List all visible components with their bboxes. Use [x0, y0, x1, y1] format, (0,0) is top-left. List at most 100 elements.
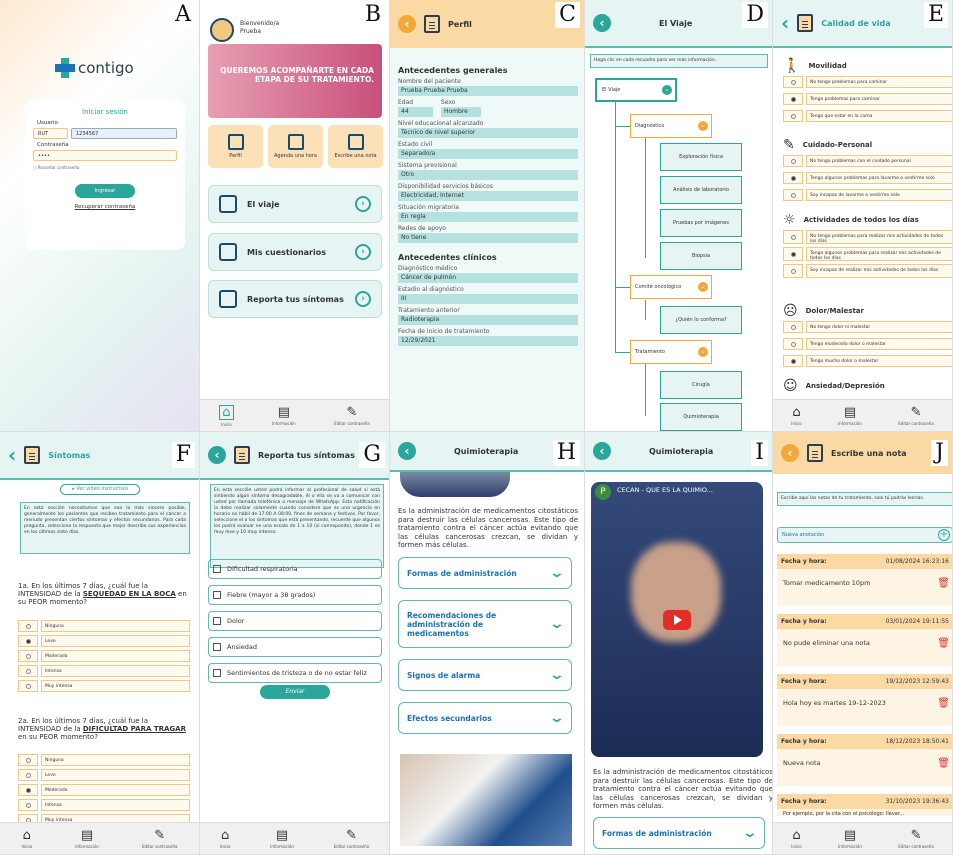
radio-button[interactable] — [783, 155, 803, 167]
radio-button[interactable] — [783, 172, 803, 184]
answer-option[interactable]: Leve — [18, 635, 190, 647]
radio-button[interactable] — [18, 620, 38, 632]
answer-option[interactable]: Leve — [18, 769, 190, 781]
radio-button[interactable] — [18, 784, 38, 796]
radio-button[interactable] — [783, 93, 803, 105]
radio-button[interactable] — [18, 650, 38, 662]
trash-icon[interactable]: 🗑 — [937, 758, 950, 769]
answer-option[interactable]: No tengo dolor ni malestar — [783, 321, 952, 333]
answer-option[interactable]: Moderada — [18, 784, 190, 796]
nav-password[interactable]: ✎ Editar contraseña — [334, 406, 370, 426]
radio-button[interactable] — [783, 189, 803, 201]
nav-home[interactable]: ⌂ Inicio — [791, 406, 802, 426]
note-card[interactable]: Fecha y hora: 31/10/2023 19:36:43 Por ejem… — [777, 794, 952, 817]
password-input[interactable]: •••• — [33, 150, 177, 161]
note-card[interactable]: Fecha y hora: 03/01/2024 19:11:55 No pude … — [777, 614, 952, 666]
radio-button[interactable] — [783, 355, 803, 367]
back-icon[interactable]: ‹ — [781, 444, 799, 462]
answer-option[interactable]: Tengo que estar en la cama — [783, 110, 952, 122]
nav-info[interactable]: ▤ Información — [75, 829, 99, 849]
radio-button[interactable] — [783, 76, 803, 88]
symptom-checkbox[interactable]: Ansiedad — [208, 637, 382, 657]
menu-symptoms[interactable]: Reporta tus síntomas › — [208, 280, 382, 318]
login-button[interactable]: Ingresar — [75, 184, 135, 198]
note-card[interactable]: Fecha y hora: 19/12/2023 12:59:43 Hola hoy… — [777, 674, 952, 726]
answer-option[interactable]: No tengo problemas para caminar — [783, 76, 952, 88]
answer-option[interactable]: No tengo problemas con el cuidado person… — [783, 155, 952, 167]
back-icon[interactable]: ‹ — [781, 11, 789, 35]
trash-icon[interactable]: 🗑 — [937, 578, 950, 589]
radio-button[interactable] — [783, 321, 803, 333]
radio-button[interactable] — [783, 230, 803, 244]
accordion-administration[interactable]: Formas de administración ⌄ — [398, 557, 572, 589]
symptom-checkbox[interactable]: Fiebre (mayor a 38 grados) — [208, 585, 382, 605]
answer-option[interactable]: Muy intensa — [18, 680, 190, 692]
answer-option[interactable]: Ninguna — [18, 754, 190, 766]
answer-option[interactable]: Ninguna — [18, 620, 190, 632]
note-card[interactable]: Fecha y hora: 18/12/2023 18:50:41 Nueva no… — [777, 734, 952, 786]
answer-option[interactable]: Intensa — [18, 665, 190, 677]
nav-home[interactable]: ⌂ Inicio — [791, 829, 802, 849]
accordion-administration[interactable]: Formas de administración ⌄ — [593, 817, 765, 849]
nav-password[interactable]: ✎ Editar contraseña — [334, 829, 370, 849]
node-biopsy[interactable]: Biopsia — [660, 242, 742, 270]
remember-checkbox[interactable]: ○ Recordar contraseña — [33, 165, 177, 170]
radio-button[interactable] — [18, 635, 38, 647]
answer-option[interactable]: Tengo algunos problemas para realizar mi… — [783, 247, 952, 261]
nav-info[interactable]: ▤ Información — [838, 406, 862, 426]
nav-home[interactable]: ⌂ Inicio — [220, 829, 231, 849]
nav-home[interactable]: ⌂ Inicio — [219, 404, 234, 427]
radio-button[interactable] — [783, 110, 803, 122]
play-icon[interactable] — [663, 610, 691, 630]
nav-password[interactable]: ✎ Editar contraseña — [898, 406, 934, 426]
answer-option[interactable]: Tengo algunos problemas para lavarme o v… — [783, 172, 952, 184]
nav-password[interactable]: ✎ Editar contraseña — [898, 829, 934, 849]
radio-button[interactable] — [18, 754, 38, 766]
answer-option[interactable]: Tengo mucho dolor o malestar — [783, 355, 952, 367]
back-icon[interactable]: ‹ — [398, 15, 416, 33]
video-button[interactable]: ▸ Ver video instructivo — [60, 484, 140, 495]
radio-button[interactable] — [18, 769, 38, 781]
radio-button[interactable] — [783, 247, 803, 261]
node-imaging[interactable]: Pruebas por imágenes — [660, 209, 742, 237]
nav-home[interactable]: ⌂ Inicio — [22, 829, 33, 849]
radio-button[interactable] — [783, 264, 803, 278]
nav-password[interactable]: ✎ Editar contraseña — [142, 829, 178, 849]
new-note-button[interactable]: Nueva anotación + — [777, 527, 952, 543]
node-treatment[interactable]: Tratamiento ⌄ — [630, 340, 712, 364]
tile-profile[interactable]: Perfil — [208, 125, 263, 168]
menu-questionnaires[interactable]: Mis cuestionarios › — [208, 233, 382, 271]
answer-option[interactable]: Moderada — [18, 650, 190, 662]
radio-button[interactable] — [18, 799, 38, 811]
back-icon[interactable]: ‹ — [8, 443, 16, 467]
answer-option[interactable]: Tengo moderado dolor o malestar — [783, 338, 952, 350]
avatar[interactable] — [210, 18, 234, 42]
nav-info[interactable]: ▤ Información — [838, 829, 862, 849]
answer-option[interactable]: Tengo problemas para caminar — [783, 93, 952, 105]
trash-icon[interactable]: 🗑 — [937, 638, 950, 649]
answer-option[interactable]: No tengo problemas para realizar mis act… — [783, 230, 952, 244]
radio-button[interactable] — [783, 338, 803, 350]
node-physical-exam[interactable]: Exploración física — [660, 143, 742, 171]
accordion-recommendations[interactable]: Recomendaciones de administración de med… — [398, 600, 572, 648]
answer-option[interactable]: Intensa — [18, 799, 190, 811]
back-icon[interactable]: ‹ — [593, 14, 611, 32]
video-player[interactable]: P CECAN - QUE ES LA QUIMIO... — [591, 482, 763, 757]
tile-schedule[interactable]: Agenda una hora — [268, 125, 323, 168]
send-button[interactable]: Enviar — [260, 685, 330, 699]
back-icon[interactable]: ‹ — [593, 442, 611, 460]
answer-option[interactable]: Soy incapaz de realizar mis actividades … — [783, 264, 952, 278]
nav-info[interactable]: ▤ Información — [272, 406, 296, 426]
radio-button[interactable] — [18, 680, 38, 692]
trash-icon[interactable]: 🗑 — [937, 698, 950, 709]
node-who[interactable]: ¿Quién lo conforma? — [660, 306, 742, 334]
menu-journey[interactable]: El viaje › — [208, 185, 382, 223]
symptom-checkbox[interactable]: Dificultad respiratoria — [208, 559, 382, 579]
tile-note[interactable]: Escribe una nota — [328, 125, 383, 168]
accordion-side-effects[interactable]: Efectos secundarios ⌄ — [398, 702, 572, 734]
node-chemo[interactable]: Quimioterapia — [660, 403, 742, 431]
node-diagnosis[interactable]: Diagnóstico ⌄ — [630, 114, 712, 138]
recover-link[interactable]: Recuperar contraseña — [33, 204, 177, 210]
node-journey[interactable]: El Viaje ⌄ — [595, 78, 677, 102]
radio-button[interactable] — [18, 665, 38, 677]
